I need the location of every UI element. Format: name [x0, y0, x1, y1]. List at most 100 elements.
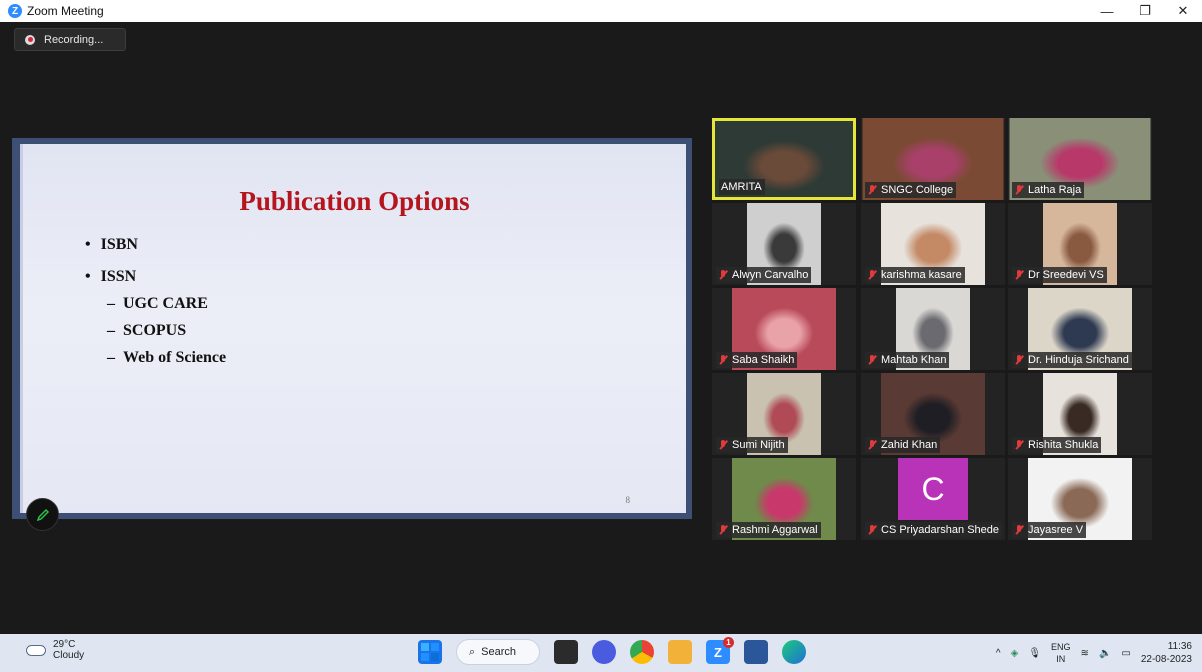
participant-video-tile[interactable]: Saba Shaikh: [712, 288, 856, 370]
mic-muted-icon: [1014, 524, 1024, 536]
teams-chat-icon[interactable]: [592, 640, 616, 664]
copilot-icon[interactable]: ◈: [1011, 648, 1019, 659]
mic-muted-icon: [867, 184, 877, 196]
participant-name-label: Rishita Shukla: [1012, 437, 1102, 453]
participant-video-tile[interactable]: C CS Priyadarshan Shede: [861, 458, 1005, 540]
slide-page-number: 8: [625, 495, 631, 505]
restore-button[interactable]: ❐: [1126, 0, 1164, 22]
zoom-letter: Z: [714, 644, 722, 660]
recording-indicator[interactable]: Recording...: [14, 28, 126, 51]
participant-name-label: Jayasree V: [1012, 522, 1087, 538]
battery-icon[interactable]: ▭: [1121, 648, 1130, 659]
participant-video-tile[interactable]: Mahtab Khan: [861, 288, 1005, 370]
participant-name-label: Latha Raja: [1012, 182, 1085, 198]
annotate-pen-button[interactable]: [26, 498, 59, 531]
file-explorer-icon[interactable]: [668, 640, 692, 664]
window-title: Zoom Meeting: [27, 4, 104, 18]
record-icon: [25, 34, 35, 45]
participant-name: SNGC College: [881, 184, 954, 196]
participant-name: Rashmi Aggarwal: [732, 524, 818, 536]
windows-taskbar: 29°C Cloudy ⌕ Search Z 1 ^ ◈ 🎙 ENG IN ≋ …: [0, 634, 1202, 672]
participant-name-label: Saba Shaikh: [716, 352, 798, 368]
mic-muted-icon: [1014, 184, 1024, 196]
taskbar-search-input[interactable]: ⌕ Search: [456, 639, 540, 665]
pen-icon: [36, 508, 49, 521]
participant-video-tile[interactable]: Rashmi Aggarwal: [712, 458, 856, 540]
chevron-up-icon[interactable]: ^: [996, 648, 1001, 659]
word-icon[interactable]: [744, 640, 768, 664]
participant-name: Alwyn Carvalho: [732, 269, 809, 281]
weather-temp: 29°C: [53, 639, 76, 650]
participant-video-tile[interactable]: Latha Raja: [1008, 118, 1152, 200]
participant-video-tile[interactable]: karishma kasare: [861, 203, 1005, 285]
participant-video-tile[interactable]: AMRITA: [712, 118, 856, 200]
participant-name-label: Mahtab Khan: [865, 352, 950, 368]
participant-name: CS Priyadarshan Shede: [881, 524, 1000, 536]
participant-name-label: SNGC College: [865, 182, 957, 198]
participant-video-tile[interactable]: Alwyn Carvalho: [712, 203, 856, 285]
mic-muted-icon: [867, 354, 877, 366]
participant-video-tile[interactable]: SNGC College: [861, 118, 1005, 200]
chrome-icon[interactable]: [630, 640, 654, 664]
participant-name: Dr. Hinduja Srichand: [1028, 354, 1129, 366]
mic-muted-icon: [867, 439, 877, 451]
shared-slide: Publication Options ISBN ISSN UGC CARE S…: [12, 138, 692, 519]
clock-time: 11:36: [1167, 641, 1192, 652]
participant-name: Sumi Nijith: [732, 439, 785, 451]
bullet-label: ISSN: [85, 268, 136, 285]
windows-start-icon[interactable]: [418, 640, 442, 664]
bullet-item: ISBN: [85, 236, 226, 254]
participant-video-tile[interactable]: Sumi Nijith: [712, 373, 856, 455]
meeting-area: Recording... Publication Options ISBN IS…: [8, 22, 1194, 634]
minimize-button[interactable]: —: [1088, 0, 1126, 22]
mic-muted-icon: [1014, 439, 1024, 451]
sub-bullet-item: Web of Science: [107, 349, 226, 367]
mic-muted-icon: [1014, 354, 1024, 366]
weather-widget[interactable]: 29°C Cloudy: [26, 639, 84, 661]
sub-bullet-item: UGC CARE: [107, 295, 226, 313]
region-code: IN: [1056, 654, 1066, 664]
participant-name-label: Alwyn Carvalho: [716, 267, 812, 283]
participant-name: Mahtab Khan: [881, 354, 947, 366]
volume-icon[interactable]: 🔈: [1099, 648, 1111, 659]
participant-name: Saba Shaikh: [732, 354, 795, 366]
recording-label: Recording...: [44, 33, 104, 46]
close-button[interactable]: ✕: [1164, 0, 1202, 22]
participant-video-tile[interactable]: Zahid Khan: [861, 373, 1005, 455]
participant-name-label: Rashmi Aggarwal: [716, 522, 821, 538]
notification-badge: 1: [723, 637, 734, 648]
clock-date: 22-08-2023: [1140, 654, 1192, 665]
edge-icon[interactable]: [782, 640, 806, 664]
search-label: Search: [481, 646, 517, 658]
participant-video-tile[interactable]: Dr. Hinduja Srichand: [1008, 288, 1152, 370]
sub-bullet-item: SCOPUS: [107, 322, 226, 340]
participant-name: Latha Raja: [1028, 184, 1082, 196]
slide-bullets: ISBN ISSN UGC CARE SCOPUS Web of Science: [85, 236, 226, 367]
language-indicator[interactable]: ENG IN: [1051, 641, 1071, 665]
participant-name-label: Dr. Hinduja Srichand: [1012, 352, 1132, 368]
mic-muted-icon: [718, 354, 728, 366]
participant-video-tile[interactable]: Dr Sreedevi VS: [1008, 203, 1152, 285]
microphone-icon[interactable]: 🎙: [1028, 648, 1041, 659]
participant-name: karishma kasare: [881, 269, 962, 281]
bullet-item: ISSN UGC CARE SCOPUS Web of Science: [85, 268, 226, 367]
participant-name-label: CS Priyadarshan Shede: [865, 522, 1003, 538]
participant-video-tile[interactable]: Jayasree V: [1008, 458, 1152, 540]
participant-video-tile[interactable]: Rishita Shukla: [1008, 373, 1152, 455]
slide-title: Publication Options: [239, 186, 470, 216]
participant-name-label: karishma kasare: [865, 267, 965, 283]
mic-muted-icon: [867, 269, 877, 281]
mic-muted-icon: [867, 524, 877, 536]
zoom-taskbar-icon[interactable]: Z 1: [706, 637, 734, 664]
wifi-icon[interactable]: ≋: [1081, 648, 1089, 659]
system-tray: ^ ◈ 🎙 ENG IN ≋ 🔈 ▭ 11:36 22-08-2023: [996, 640, 1192, 666]
task-view-icon[interactable]: [554, 640, 578, 664]
clock[interactable]: 11:36 22-08-2023: [1141, 640, 1192, 666]
participant-name-label: Dr Sreedevi VS: [1012, 267, 1107, 283]
search-icon: ⌕: [469, 645, 476, 658]
zoom-app-icon: Z: [8, 4, 22, 18]
mic-muted-icon: [718, 524, 728, 536]
mic-muted-icon: [1014, 269, 1024, 281]
participant-name: Zahid Khan: [881, 439, 938, 451]
participant-name: AMRITA: [721, 181, 762, 193]
